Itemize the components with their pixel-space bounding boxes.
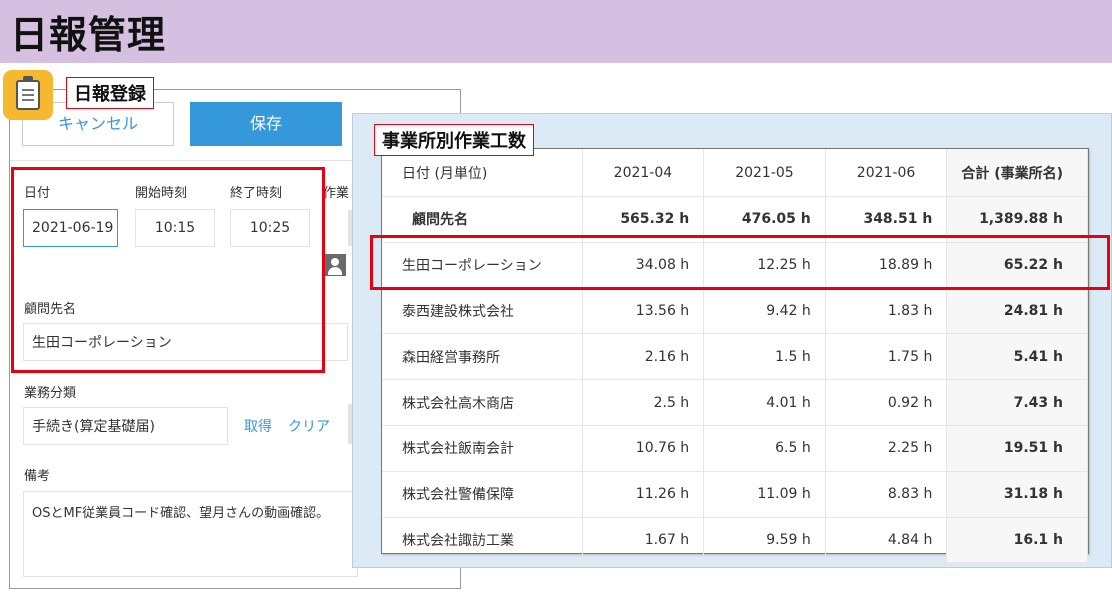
table-row[interactable]: 株式会社高木商店 2.5 h 4.01 h 0.92 h 7.43 h	[382, 379, 1088, 426]
save-button[interactable]: 保存	[190, 102, 342, 146]
table-cell: 11.26 h	[582, 471, 705, 518]
table-row[interactable]: 株式会社飯南会計 10.76 h 6.5 h 2.25 h 19.51 h	[382, 425, 1088, 472]
get-link[interactable]: 取得	[244, 416, 272, 436]
table-cell: 19.51 h	[946, 425, 1088, 472]
clipboard-icon	[3, 70, 53, 120]
notes-field[interactable]: OSとMF従業員コード確認、望月さんの動画確認。	[23, 491, 358, 577]
table-cell: 24.81 h	[946, 288, 1088, 335]
table-header-row: 日付 (月単位) 2021-04 2021-05 2021-06 合計 (事業所…	[382, 149, 1088, 197]
table-cell: 9.59 h	[703, 517, 826, 564]
table-cell: 16.1 h	[946, 517, 1088, 564]
table-cell: 4.84 h	[825, 517, 948, 564]
table-cell: 10.76 h	[582, 425, 705, 472]
table-cell: 株式会社高木商店	[382, 379, 583, 426]
table-cell: 株式会社諏訪工業	[382, 517, 583, 564]
table-cell: 2.5 h	[582, 379, 705, 426]
category-label: 業務分類	[24, 386, 77, 401]
table-cell: 8.83 h	[825, 471, 948, 518]
form-section-label: 日報登録	[66, 77, 154, 109]
table-cell: 1.67 h	[582, 517, 705, 564]
page-header: 日報管理	[0, 0, 1112, 63]
category-field[interactable]: 手続き(算定基礎届)	[23, 407, 228, 445]
column-header[interactable]: 日付 (月単位)	[382, 149, 583, 197]
notes-label: 備考	[24, 469, 51, 484]
table-cell: 13.56 h	[582, 288, 705, 335]
table-cell: 泰西建設株式会社	[382, 288, 583, 335]
table-row[interactable]: 泰西建設株式会社 13.56 h 9.42 h 1.83 h 24.81 h	[382, 288, 1088, 335]
table-cell: 2.25 h	[825, 425, 948, 472]
table-cell: 4.01 h	[703, 379, 826, 426]
row-highlight	[370, 235, 1110, 290]
table-cell: 株式会社飯南会計	[382, 425, 583, 472]
table-row[interactable]: 森田経営事務所 2.16 h 1.5 h 1.75 h 5.41 h	[382, 333, 1088, 381]
table-cell: 6.5 h	[703, 425, 826, 472]
table-cell: 1.75 h	[825, 333, 948, 381]
table-cell: 5.41 h	[946, 333, 1088, 381]
column-header[interactable]: 2021-06	[825, 149, 948, 197]
summary-table-container: 日付 (月単位) 2021-04 2021-05 2021-06 合計 (事業所…	[381, 148, 1089, 564]
user-icon[interactable]	[324, 254, 346, 276]
table-cell: 森田経営事務所	[382, 333, 583, 381]
work-label: 作業	[323, 186, 350, 201]
table-cell: 9.42 h	[703, 288, 826, 335]
table-section-label: 事業所別作業工数	[374, 124, 534, 156]
column-header[interactable]: 合計 (事業所名)	[946, 149, 1088, 197]
column-header[interactable]: 2021-05	[703, 149, 826, 197]
page-title: 日報管理	[10, 13, 167, 57]
table-cell: 2.16 h	[582, 333, 705, 381]
clear-link[interactable]: クリア	[288, 416, 330, 436]
table-cell: 株式会社警備保障	[382, 471, 583, 518]
column-header[interactable]: 2021-04	[582, 149, 705, 197]
table-cell: 11.09 h	[703, 471, 826, 518]
table-row[interactable]: 株式会社諏訪工業 1.67 h 9.59 h 4.84 h 16.1 h	[382, 517, 1088, 564]
table-row[interactable]: 株式会社警備保障 11.26 h 11.09 h 8.83 h 31.18 h	[382, 471, 1088, 518]
table-cell: 31.18 h	[946, 471, 1088, 518]
form-highlight	[11, 167, 325, 373]
table-cell: 1.83 h	[825, 288, 948, 335]
summary-table: 日付 (月単位) 2021-04 2021-05 2021-06 合計 (事業所…	[382, 149, 1088, 564]
table-cell: 1.5 h	[703, 333, 826, 381]
table-cell: 7.43 h	[946, 379, 1088, 426]
table-cell: 0.92 h	[825, 379, 948, 426]
